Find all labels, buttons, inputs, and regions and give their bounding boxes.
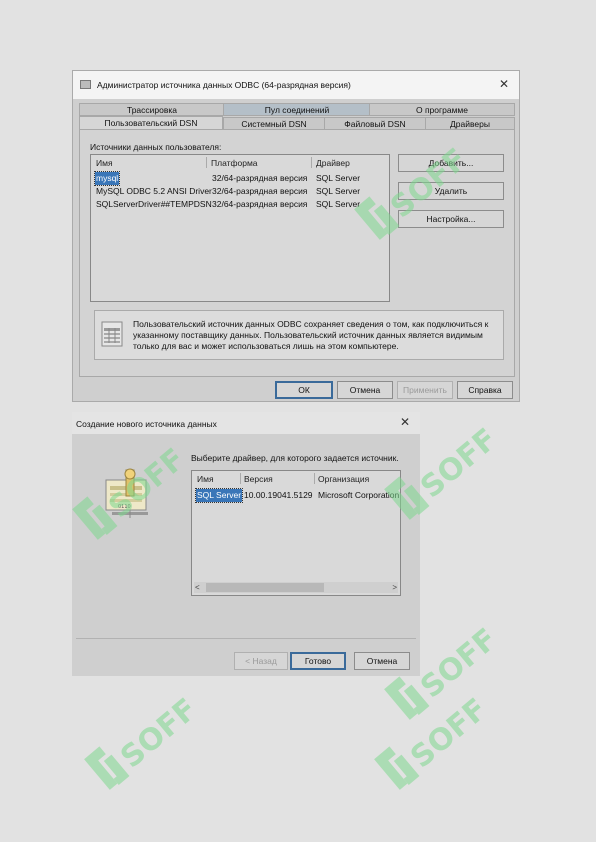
- row-organization: Microsoft Corporation: [318, 490, 400, 500]
- row-version: 10.00.19041.5129: [244, 490, 313, 500]
- window-title: Создание нового источника данных: [76, 419, 217, 429]
- divider: [76, 638, 416, 639]
- title-bar[interactable]: Создание нового источника данных ✕: [72, 412, 420, 434]
- close-icon[interactable]: ✕: [400, 415, 410, 429]
- column-separator[interactable]: [240, 473, 241, 484]
- soff-logo-icon: SOFF: [374, 692, 494, 790]
- column-header-name[interactable]: Имя: [96, 158, 113, 168]
- data-source-icon: [101, 321, 123, 347]
- column-header-version[interactable]: Версия: [244, 474, 273, 484]
- column-separator[interactable]: [206, 157, 207, 168]
- info-text: Пользовательский источник данных ODBC со…: [133, 319, 489, 351]
- soff-logo-icon: SOFF: [84, 692, 204, 790]
- ok-button[interactable]: ОК: [275, 381, 333, 399]
- table-row[interactable]: SQLServerDriver##TEMPDSN 32/64-разрядная…: [91, 198, 389, 211]
- info-box: Пользовательский источник данных ODBC со…: [94, 310, 504, 360]
- back-button[interactable]: < Назад: [234, 652, 288, 670]
- add-button[interactable]: Добавить...: [398, 154, 504, 172]
- row-driver: SQL Server: [316, 173, 361, 183]
- row-platform: 32/64-разрядная версия: [212, 186, 308, 196]
- cancel-button[interactable]: Отмена: [337, 381, 393, 399]
- row-driver: SQL Server: [316, 199, 361, 209]
- driver-wizard-icon: 0110: [105, 468, 148, 518]
- tab-user-dsn[interactable]: Пользовательский DSN: [79, 116, 223, 130]
- remove-button[interactable]: Удалить: [398, 182, 504, 200]
- user-dsn-panel: Источники данных пользователя: Имя Платф…: [79, 129, 515, 377]
- watermark-text: SOFF: [414, 422, 504, 505]
- column-header-organization[interactable]: Организация: [318, 474, 369, 484]
- window-title: Администратор источника данных ODBC (64-…: [97, 80, 351, 90]
- tab-connection-pooling[interactable]: Пул соединений: [223, 103, 371, 116]
- watermark-text: SOFF: [114, 692, 204, 775]
- apply-button[interactable]: Применить: [397, 381, 453, 399]
- configure-button[interactable]: Настройка...: [398, 210, 504, 228]
- odbc-admin-window: Администратор источника данных ODBC (64-…: [72, 70, 520, 402]
- row-name: mysql: [93, 171, 121, 186]
- help-button[interactable]: Справка: [457, 381, 513, 399]
- row-platform: 32/64-разрядная версия: [212, 199, 308, 209]
- title-bar[interactable]: Администратор источника данных ODBC (64-…: [73, 71, 519, 99]
- table-row[interactable]: MySQL ODBC 5.2 ANSI Driver 32/64-разрядн…: [91, 185, 389, 198]
- watermark: SOFF: [70, 690, 210, 802]
- scroll-right-icon[interactable]: >: [392, 582, 397, 593]
- finish-button[interactable]: Готово: [290, 652, 346, 670]
- section-label: Источники данных пользователя:: [90, 142, 222, 152]
- watermark-text: SOFF: [414, 622, 504, 705]
- scroll-left-icon[interactable]: <: [195, 582, 200, 593]
- tab-tracing[interactable]: Трассировка: [79, 103, 225, 116]
- scroll-thumb[interactable]: [206, 583, 324, 592]
- column-header-driver[interactable]: Драйвер: [316, 158, 350, 168]
- close-icon[interactable]: ✕: [499, 77, 509, 91]
- row-name: SQL Server: [194, 488, 244, 503]
- dsn-list[interactable]: Имя Платформа Драйвер mysql 32/64-разряд…: [90, 154, 390, 302]
- row-driver: SQL Server: [316, 186, 361, 196]
- cancel-button[interactable]: Отмена: [354, 652, 410, 670]
- watermark-text: SOFF: [404, 692, 494, 775]
- driver-list[interactable]: Имя Версия Организация SQL Server 10.00.…: [191, 470, 401, 596]
- row-name: SQLServerDriver##TEMPDSN: [96, 199, 212, 209]
- table-row[interactable]: mysql 32/64-разрядная версия SQL Server: [91, 171, 389, 186]
- column-separator[interactable]: [311, 157, 312, 168]
- prompt-label: Выберите драйвер, для которого задается …: [191, 453, 399, 463]
- row-name: MySQL ODBC 5.2 ANSI Driver: [96, 186, 212, 196]
- odbc-app-icon: [80, 80, 91, 89]
- svg-text:0110: 0110: [118, 504, 131, 510]
- row-platform: 32/64-разрядная версия: [212, 173, 308, 183]
- column-header-name[interactable]: Имя: [197, 474, 214, 484]
- column-header-platform[interactable]: Платформа: [211, 158, 258, 168]
- column-separator[interactable]: [314, 473, 315, 484]
- tab-about[interactable]: О программе: [369, 103, 515, 116]
- create-data-source-window: Создание нового источника данных ✕ 0110 …: [72, 412, 420, 676]
- table-row[interactable]: SQL Server 10.00.19041.5129 Microsoft Co…: [192, 488, 400, 503]
- horizontal-scrollbar[interactable]: < >: [194, 582, 398, 593]
- watermark: SOFF: [360, 690, 500, 802]
